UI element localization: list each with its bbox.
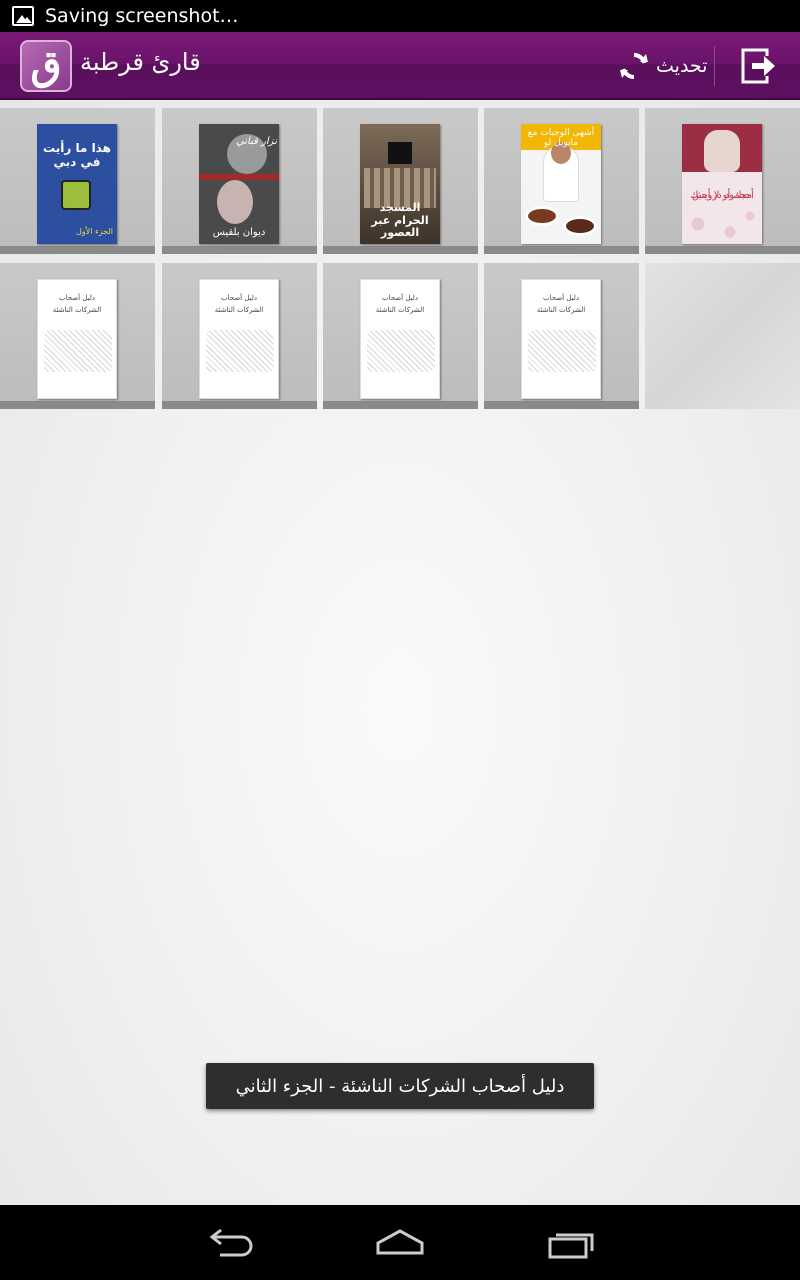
book-part: الجزء الأول [75,227,113,236]
toast: دليل أصحاب الشركات الناشئة - الجزء الثان… [206,1063,594,1109]
book-tile[interactable]: دليل أصحاب الشركات الناشئة [484,263,639,409]
book-signature: نزار قباني [235,136,277,147]
book-cover[interactable]: دليل أصحاب الشركات الناشئة [37,279,117,399]
book-tile[interactable]: هذا ما رأيت في دبي الجزء الأول [0,108,155,254]
book-cover[interactable]: هذا ما رأيت في دبي الجزء الأول [37,124,117,244]
book-tile[interactable]: أشهى الوجبات مع مانويل لو [484,108,639,254]
book-tile[interactable]: دليل أصحاب الشركات الناشئة [323,263,478,409]
book-title-line: الشركات الناشئة [536,306,586,314]
book-title: أشهى الوجبات مع مانويل لو [527,128,595,149]
book-cover[interactable]: دليل أصحاب الشركات الناشئة [360,279,440,399]
back-icon[interactable] [200,1223,260,1263]
book-title: أحبك أو لا أحبك [690,190,754,201]
bookshelf: محمود درويش أحبك أو لا أحبك أشهى الوجبات… [0,100,800,1205]
toast-text: دليل أصحاب الشركات الناشئة - الجزء الثان… [235,1075,565,1097]
refresh-icon [620,53,648,79]
recents-icon[interactable] [540,1223,600,1263]
book-tile[interactable]: دليل أصحاب الشركات الناشئة [162,263,317,409]
book-cover[interactable]: دليل أصحاب الشركات الناشئة [521,279,601,399]
image-icon [12,6,34,26]
book-title-line: الشركات الناشئة [214,306,264,314]
book-cover[interactable]: دليل أصحاب الشركات الناشئة [199,279,279,399]
book-title: ديوان بلقيس [212,226,266,238]
book-cover[interactable]: نزار قباني ديوان بلقيس [199,124,279,244]
book-title-line: الشركات الناشئة [375,306,425,314]
book-tile[interactable]: محمود درويش أحبك أو لا أحبك [645,108,800,254]
book-tile[interactable]: دليل أصحاب الشركات الناشئة [0,263,155,409]
logout-icon[interactable] [738,46,778,86]
book-title: هذا ما رأيت في دبي [43,141,111,169]
app-title: قارئ قرطبة [80,48,201,76]
book-title: المسجد الحرام عبر العصور [371,201,429,240]
action-bar-divider [714,46,715,86]
status-bar: Saving screenshot… [0,0,800,32]
book-cover[interactable]: محمود درويش أحبك أو لا أحبك [682,124,762,244]
app-logo-glyph: ق [30,42,62,89]
refresh-button[interactable]: تحديث [618,44,707,88]
app-logo[interactable]: ق [20,40,72,92]
home-icon[interactable] [370,1223,430,1263]
book-title-line: دليل أصحاب [58,294,96,302]
book-tile[interactable]: نزار قباني ديوان بلقيس [162,108,317,254]
status-notification-text: Saving screenshot… [45,5,239,27]
book-title-line: دليل أصحاب [220,294,258,302]
empty-slot [645,263,800,409]
book-cover[interactable]: المسجد الحرام عبر العصور [360,124,440,244]
book-title-line: دليل أصحاب [381,294,419,302]
book-tile[interactable]: المسجد الحرام عبر العصور [323,108,478,254]
book-title-line: الشركات الناشئة [52,306,102,314]
action-bar: ق قارئ قرطبة تحديث [0,32,800,100]
refresh-label: تحديث [656,55,708,77]
navigation-bar [0,1205,800,1280]
book-title-line: دليل أصحاب [542,294,580,302]
book-cover[interactable]: أشهى الوجبات مع مانويل لو [521,124,601,244]
